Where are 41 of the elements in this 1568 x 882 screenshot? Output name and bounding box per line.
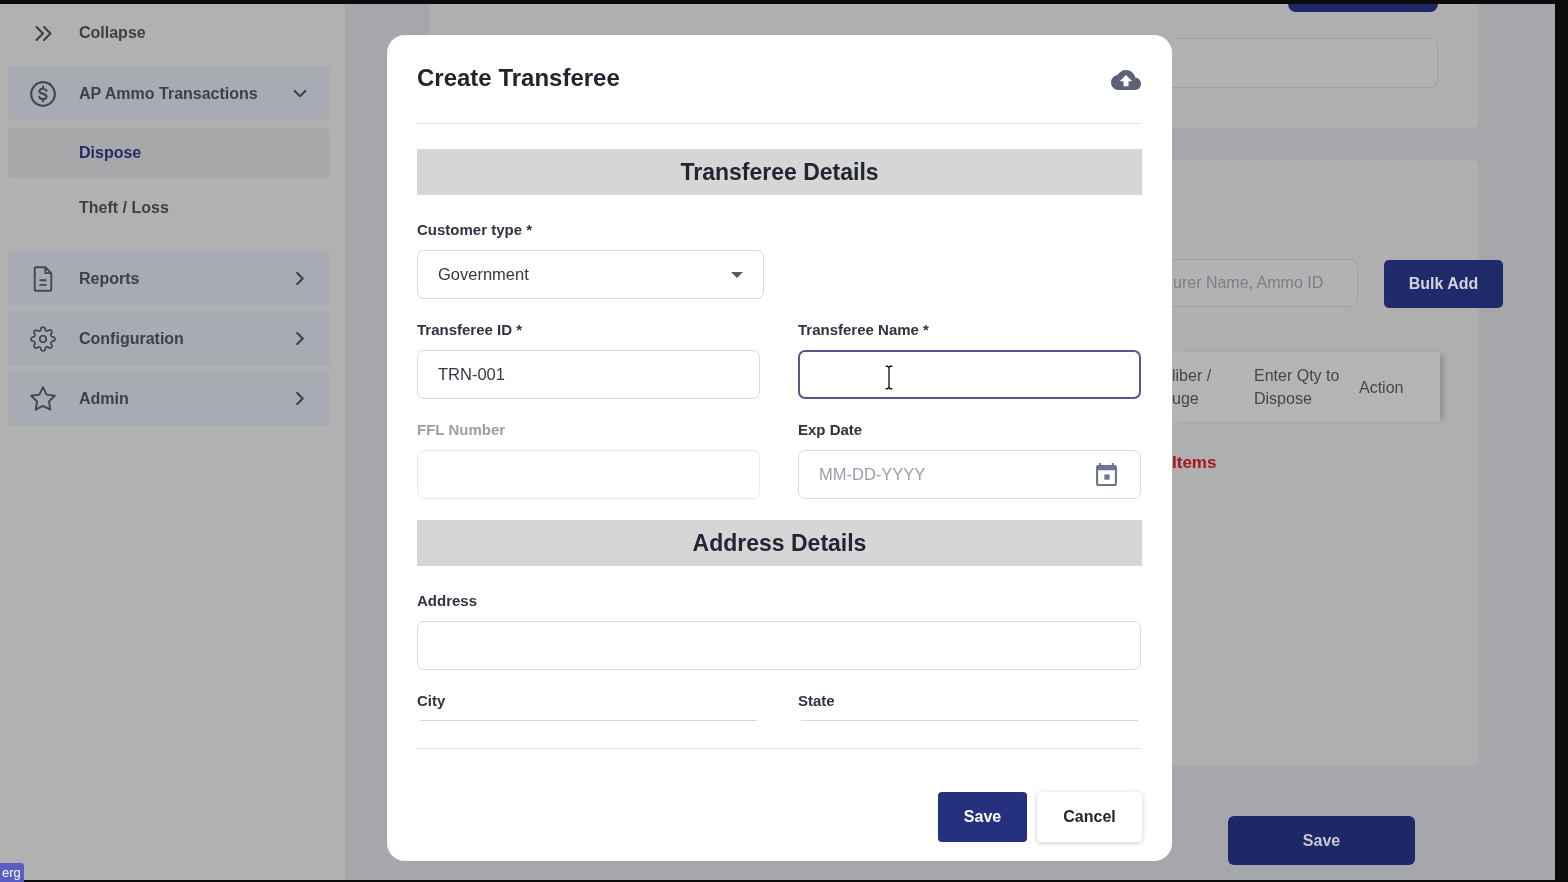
action-button[interactable]	[1288, 4, 1438, 12]
field-label: City	[417, 692, 447, 710]
cloud-upload-icon[interactable]	[1111, 70, 1141, 90]
section-heading: Address Details	[417, 520, 1142, 566]
field-label: Address	[417, 592, 479, 610]
select-field[interactable]: Government	[417, 250, 764, 299]
calendar-icon[interactable]	[1096, 463, 1117, 486]
date-field[interactable]: MM-DD-YYYY	[798, 450, 1141, 499]
dialog-title: Create Transferee	[417, 63, 620, 93]
field-label: Exp Date	[798, 421, 864, 439]
nav-subitem[interactable]: Theft / Loss	[8, 183, 330, 233]
caret-icon	[731, 271, 743, 278]
section-heading: Transferee Details	[417, 149, 1142, 195]
field-label: Transferee ID *	[417, 321, 524, 339]
star-icon	[30, 385, 56, 412]
nav-item[interactable]: Admin	[8, 371, 330, 426]
column-header: liber / uge	[1172, 366, 1213, 409]
text-cursor-icon	[884, 364, 894, 391]
collapse-button[interactable]: Collapse	[8, 8, 330, 58]
column-header: Enter Qty to Dispose	[1254, 366, 1341, 409]
text-field[interactable]	[1172, 38, 1438, 88]
bulk-add-button[interactable]: Bulk Add	[1384, 260, 1503, 308]
nav-subitem[interactable]: Dispose	[8, 128, 330, 178]
nav-item[interactable]: Configuration	[8, 311, 330, 366]
save-button[interactable]: Save	[1228, 816, 1415, 865]
dollar-icon	[30, 80, 56, 107]
column-header: Action	[1359, 377, 1405, 398]
nav-item[interactable]: AP Ammo Transactions	[8, 66, 330, 121]
text-field[interactable]: TRN-001	[417, 350, 760, 399]
field-label: FFL Number	[417, 421, 507, 439]
cancel-button[interactable]: Cancel	[1037, 792, 1142, 842]
save-button[interactable]: Save	[938, 792, 1027, 842]
double-chevron-icon	[35, 25, 52, 41]
items-label: Items	[1172, 453, 1218, 473]
gear-icon	[30, 325, 56, 352]
nav-item[interactable]: Reports	[8, 251, 330, 306]
field-label: State	[798, 692, 836, 710]
field-label: Transferee Name *	[798, 321, 930, 339]
text-field[interactable]	[798, 350, 1141, 399]
corner-badge: erg	[0, 863, 24, 882]
field-label: Customer type *	[417, 221, 534, 239]
